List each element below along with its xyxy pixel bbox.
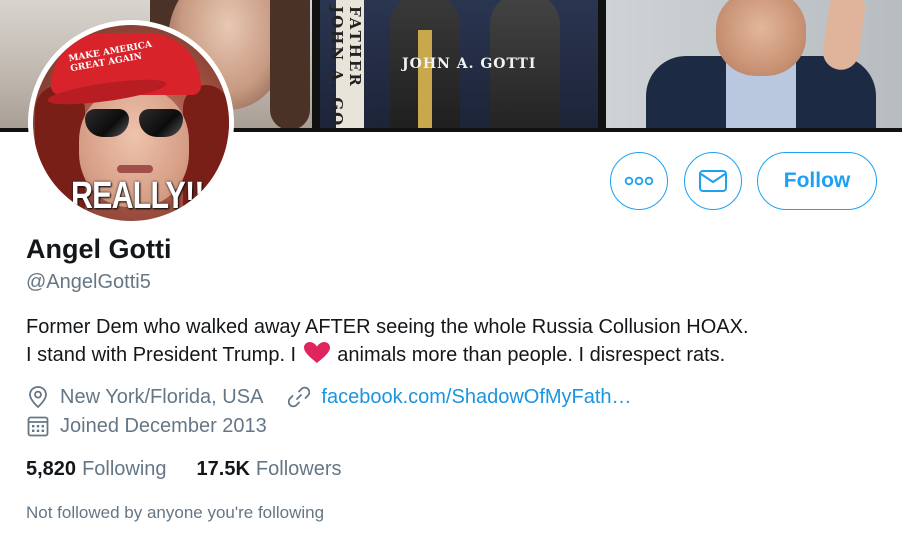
banner-book-title: JOHN A. GOTTI bbox=[402, 56, 537, 72]
profile-meta-row: New York/Florida, USA facebook.com/Shado… bbox=[26, 385, 632, 409]
following-stat[interactable]: 5,820 Following bbox=[26, 458, 167, 481]
message-button[interactable] bbox=[684, 152, 742, 210]
follow-button[interactable]: Follow bbox=[757, 152, 877, 210]
more-icon bbox=[624, 176, 654, 186]
followers-count: 17.5K bbox=[196, 458, 250, 480]
following-label: Following bbox=[82, 458, 167, 480]
banner-photo-right bbox=[606, 0, 902, 128]
profile-avatar[interactable]: MAKE AMERICA GREAT AGAIN REALLY!! bbox=[28, 20, 234, 226]
banner-photo-book: FATHER JOHN A. GO JOHN A. GOTTI bbox=[320, 0, 598, 128]
envelope-icon bbox=[699, 170, 727, 192]
profile-joined-row: Joined December 2013 bbox=[26, 414, 267, 438]
avatar-overlay-text: REALLY!! bbox=[71, 175, 204, 217]
profile-location: New York/Florida, USA bbox=[60, 385, 264, 408]
followed-by-note: Not followed by anyone you're following bbox=[26, 503, 325, 522]
more-button[interactable] bbox=[610, 152, 668, 210]
link-icon bbox=[287, 385, 311, 409]
followers-label: Followers bbox=[255, 458, 342, 480]
location-pin-icon bbox=[26, 385, 50, 409]
heart-icon bbox=[303, 342, 330, 372]
calendar-icon bbox=[26, 414, 50, 438]
profile-name: Angel Gotti bbox=[26, 234, 172, 264]
profile-joined-date: Joined December 2013 bbox=[60, 414, 267, 437]
banner-spine-text: FATHER JOHN A. GO bbox=[328, 6, 364, 128]
profile-handle: @AngelGotti5 bbox=[26, 271, 151, 293]
profile-stats: 5,820 Following 17.5K Followers bbox=[26, 458, 372, 481]
followers-stat[interactable]: 17.5K Followers bbox=[197, 458, 342, 481]
profile-bio: Former Dem who walked away AFTER seeing … bbox=[26, 313, 886, 372]
bio-line-1: Former Dem who walked away AFTER seeing … bbox=[26, 316, 749, 338]
following-count: 5,820 bbox=[26, 458, 77, 480]
sunglasses bbox=[85, 109, 183, 139]
profile-website-link[interactable]: facebook.com/ShadowOfMyFath… bbox=[321, 386, 631, 409]
bio-line-2: I stand with President Trump. I animals … bbox=[26, 341, 886, 372]
